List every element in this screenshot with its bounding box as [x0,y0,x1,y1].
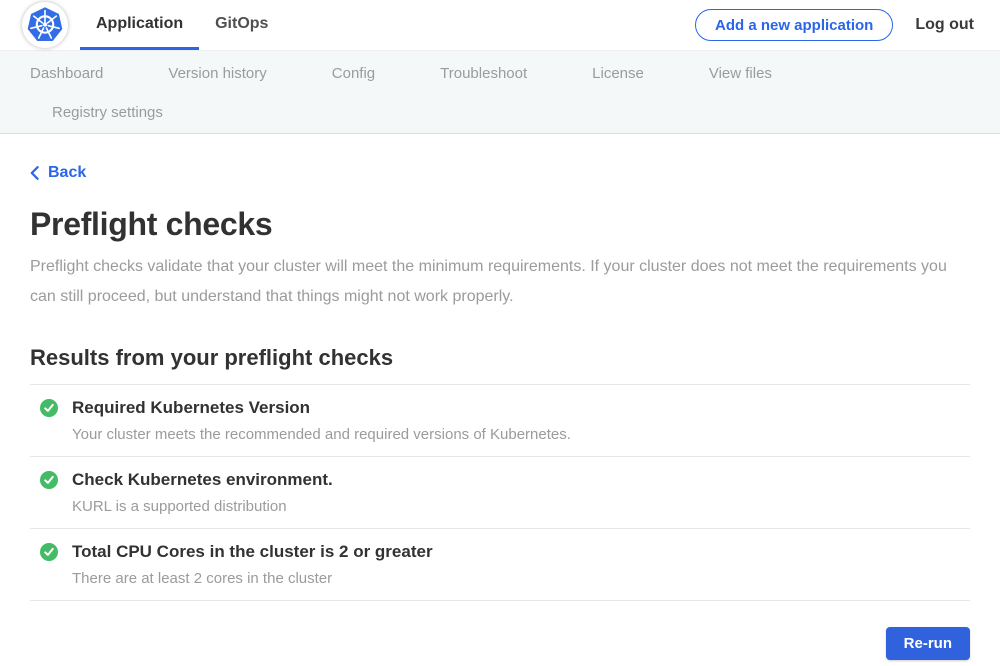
subnav-item-version-history[interactable]: Version history [168,65,266,82]
preflight-check-message: Your cluster meets the recommended and r… [72,426,571,443]
top-header: Application GitOps Add a new application… [0,0,1000,50]
tab-application[interactable]: Application [80,0,199,50]
subnav-item-troubleshoot[interactable]: Troubleshoot [440,65,527,82]
back-link[interactable]: Back [30,164,86,182]
tab-gitops[interactable]: GitOps [199,0,284,50]
subnav-row-2: Registry settings [0,92,1000,133]
preflight-check-title: Total CPU Cores in the cluster is 2 or g… [72,542,433,562]
check-circle-icon [40,543,58,561]
preflight-check-message: There are at least 2 cores in the cluste… [72,570,433,587]
preflight-results-list: Required Kubernetes Version Your cluster… [30,384,970,601]
header-tabs: Application GitOps [80,0,284,50]
main-content: Back Preflight checks Preflight checks v… [0,134,1000,660]
preflight-check-message: KURL is a supported distribution [72,498,333,515]
logout-link[interactable]: Log out [915,16,974,34]
results-heading: Results from your preflight checks [30,345,970,371]
check-circle-icon [40,471,58,489]
preflight-check-title: Required Kubernetes Version [72,398,571,418]
page-description: Preflight checks validate that your clus… [30,252,970,312]
preflight-result-text: Total CPU Cores in the cluster is 2 or g… [72,542,433,587]
preflight-result-text: Required Kubernetes Version Your cluster… [72,398,571,443]
rerun-button[interactable]: Re-run [886,627,970,660]
subnav-item-dashboard[interactable]: Dashboard [30,65,103,82]
add-new-application-button[interactable]: Add a new application [695,9,893,41]
footer-actions: Re-run [30,627,970,660]
preflight-result-row: Check Kubernetes environment. KURL is a … [30,457,970,529]
back-link-label: Back [48,164,86,182]
subnav-item-config[interactable]: Config [332,65,375,82]
kubernetes-logo[interactable] [22,2,68,48]
subnav-item-license[interactable]: License [592,65,644,82]
app-subnav: Dashboard Version history Config Trouble… [0,50,1000,134]
subnav-item-registry-settings[interactable]: Registry settings [52,104,163,121]
preflight-result-text: Check Kubernetes environment. KURL is a … [72,470,333,515]
chevron-left-icon [30,166,39,180]
preflight-result-row: Required Kubernetes Version Your cluster… [30,384,970,457]
check-circle-icon [40,399,58,417]
subnav-row-1: Dashboard Version history Config Trouble… [0,51,1000,92]
header-actions: Add a new application Log out [695,0,1000,50]
preflight-check-title: Check Kubernetes environment. [72,470,333,490]
subnav-item-view-files[interactable]: View files [709,65,772,82]
page-title: Preflight checks [30,206,970,243]
preflight-result-row: Total CPU Cores in the cluster is 2 or g… [30,529,970,601]
kubernetes-logo-icon [25,5,65,45]
